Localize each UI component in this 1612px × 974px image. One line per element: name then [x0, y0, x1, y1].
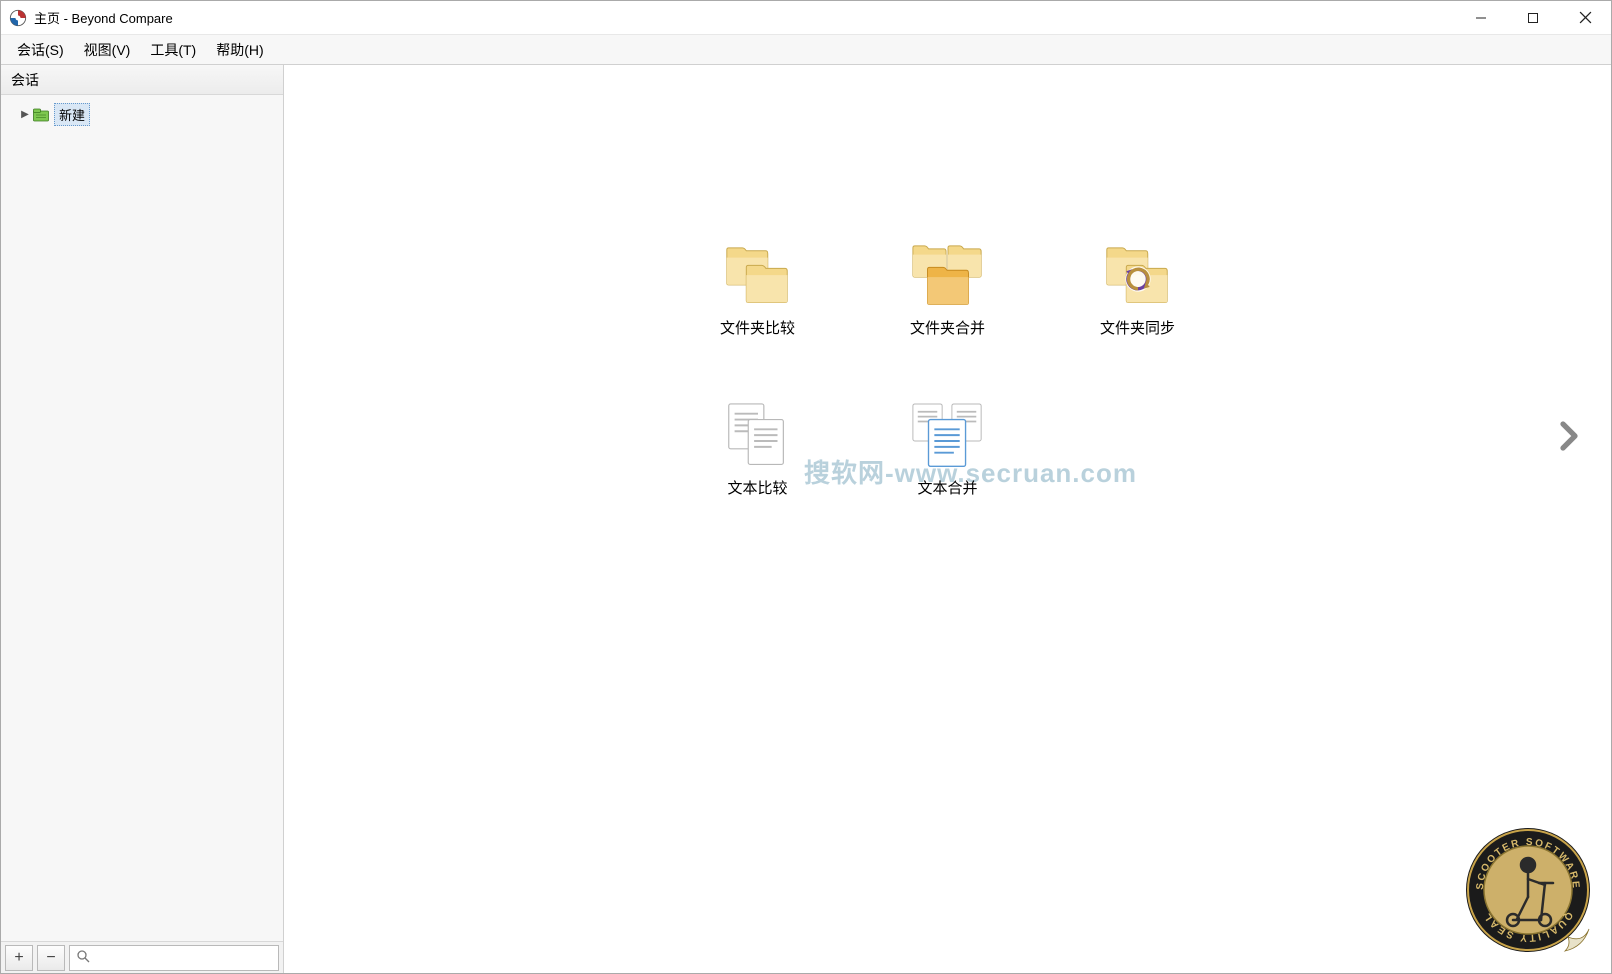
next-page-button[interactable]: [1551, 415, 1587, 465]
titlebar: 主页 - Beyond Compare: [1, 1, 1611, 35]
minimize-button[interactable]: [1455, 1, 1507, 35]
add-session-button[interactable]: +: [5, 945, 33, 971]
text-merge-icon: [909, 401, 987, 471]
menu-view[interactable]: 视图(V): [74, 36, 141, 64]
action-label: 文本合并: [917, 477, 977, 498]
text-compare-icon: [719, 401, 797, 471]
sidebar-header: 会话: [1, 65, 283, 95]
action-folder-sync[interactable]: 文件夹同步: [1063, 241, 1213, 338]
search-icon: [76, 949, 90, 966]
scooter-software-seal: SCOOTER SOFTWARE QUALITY SEAL: [1463, 825, 1593, 955]
action-text-compare[interactable]: 文本比较: [683, 401, 833, 498]
folder-sync-icon: [1099, 241, 1177, 311]
window-title: 主页 - Beyond Compare: [34, 8, 173, 27]
session-tree: ▶ 新建: [1, 95, 283, 941]
window-controls: [1455, 1, 1611, 35]
sidebar-search[interactable]: [69, 945, 279, 971]
action-grid: 文件夹比较: [663, 241, 1233, 561]
folder-icon: [33, 108, 49, 122]
app-icon: [9, 9, 27, 27]
tree-item-label: 新建: [54, 103, 90, 126]
menu-session[interactable]: 会话(S): [7, 36, 74, 64]
folder-compare-icon: [719, 241, 797, 311]
action-label: 文件夹比较: [720, 317, 795, 338]
action-label: 文件夹合并: [910, 317, 985, 338]
sidebar: 会话 ▶ 新建 + −: [1, 65, 284, 973]
action-folder-compare[interactable]: 文件夹比较: [683, 241, 833, 338]
menu-tools[interactable]: 工具(T): [140, 36, 206, 64]
sidebar-search-input[interactable]: [90, 950, 272, 965]
action-label: 文本比较: [727, 477, 787, 498]
chevron-right-icon: ▶: [19, 109, 31, 120]
action-label: 文件夹同步: [1100, 317, 1175, 338]
folder-merge-icon: [909, 241, 987, 311]
action-folder-merge[interactable]: 文件夹合并: [873, 241, 1023, 338]
menubar: 会话(S) 视图(V) 工具(T) 帮助(H): [1, 35, 1611, 65]
close-button[interactable]: [1559, 1, 1611, 35]
menu-help[interactable]: 帮助(H): [206, 36, 273, 64]
main-panel: 搜软网-www.secruan.com: [284, 65, 1611, 973]
action-text-merge[interactable]: 文本合并: [873, 401, 1023, 498]
sidebar-footer: + −: [1, 941, 283, 973]
tree-item-new[interactable]: ▶ 新建: [1, 101, 283, 128]
remove-session-button[interactable]: −: [37, 945, 65, 971]
maximize-button[interactable]: [1507, 1, 1559, 35]
